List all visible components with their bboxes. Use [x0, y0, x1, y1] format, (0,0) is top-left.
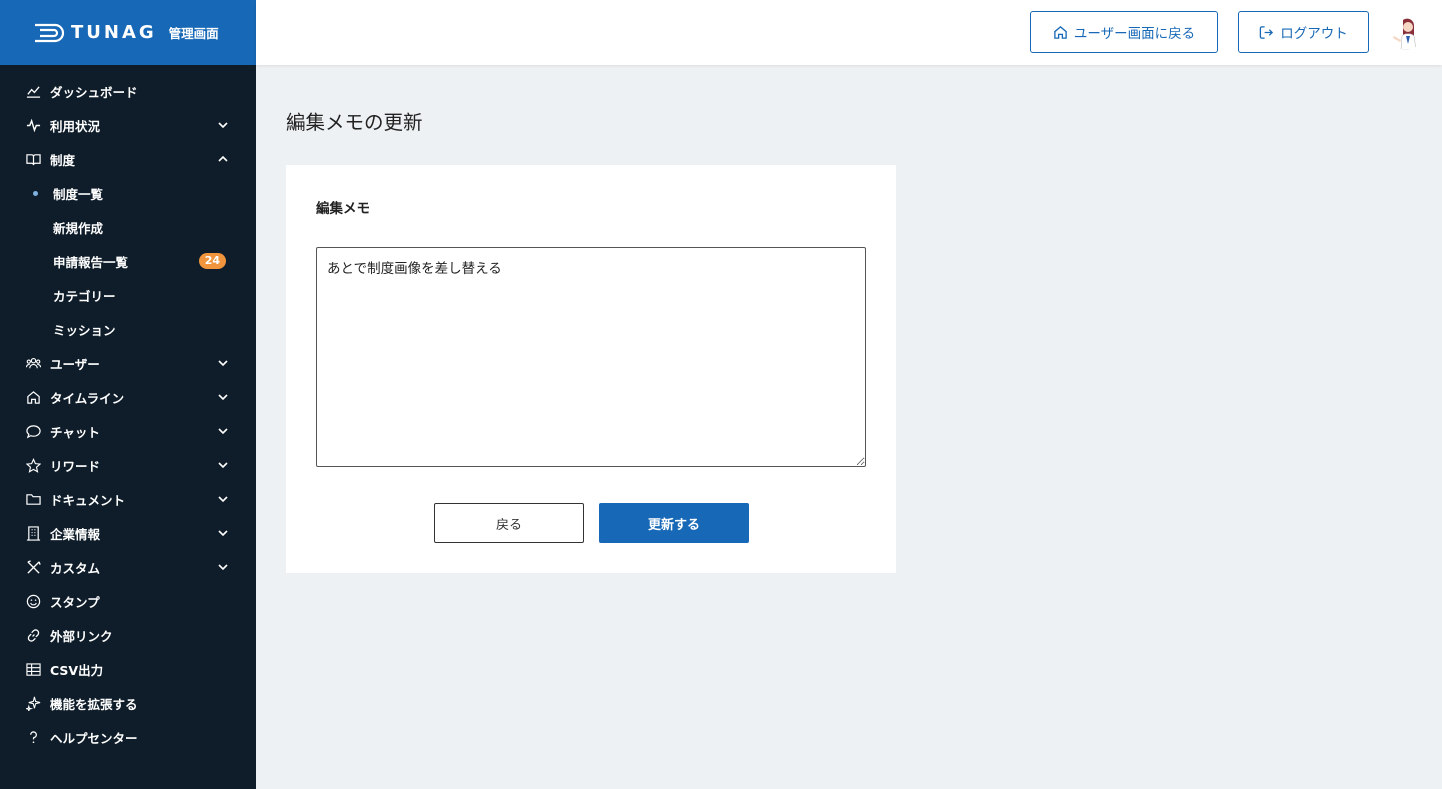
sidebar-item-users[interactable]: ユーザー	[0, 346, 256, 380]
sidebar-nav: ダッシュボード 利用状況 制度 制度一覧 新規作成 申請報告一覧 24 カテゴリ…	[0, 74, 256, 754]
brand-header: TUNAG 管理画面	[0, 0, 256, 65]
user-screen-button[interactable]: ユーザー画面に戻る	[1030, 11, 1218, 53]
avatar-illustration-icon	[1393, 18, 1417, 50]
chevron-down-icon	[218, 462, 228, 469]
folder-icon	[25, 491, 41, 507]
sidebar-item-label: スタンプ	[50, 594, 100, 610]
sidebar-item-usage[interactable]: 利用状況	[0, 108, 256, 142]
logout-button[interactable]: ログアウト	[1238, 11, 1369, 53]
sidebar-subitem-program-list[interactable]: 制度一覧	[0, 176, 256, 210]
sidebar-item-label: 制度	[50, 152, 76, 168]
tools-icon	[25, 559, 41, 575]
sidebar-subitem-mission[interactable]: ミッション	[0, 312, 256, 346]
sidebar-item-label: 利用状況	[50, 118, 101, 134]
sidebar-item-stamps[interactable]: スタンプ	[0, 584, 256, 618]
brand-subtitle: 管理画面	[168, 26, 219, 41]
chevron-down-icon	[218, 530, 228, 537]
active-dot-icon	[33, 191, 38, 196]
sidebar-item-label: 企業情報	[50, 526, 101, 542]
activity-icon	[25, 117, 41, 133]
sidebar-item-label: ヘルプセンター	[50, 730, 138, 746]
brand-name: TUNAG	[71, 22, 157, 43]
sidebar-item-label: カスタム	[50, 560, 101, 576]
chevron-down-icon	[218, 360, 228, 367]
sidebar-item-custom[interactable]: カスタム	[0, 550, 256, 584]
question-icon	[25, 729, 41, 745]
sidebar-item-chat[interactable]: チャット	[0, 414, 256, 448]
sidebar-item-external-links[interactable]: 外部リンク	[0, 618, 256, 652]
sidebar-item-label: チャット	[50, 424, 100, 440]
logout-button-label: ログアウト	[1280, 26, 1348, 42]
home-icon	[25, 389, 41, 405]
memo-field-label: 編集メモ	[316, 201, 370, 217]
page-title: 編集メモの更新	[286, 111, 423, 134]
sidebar-subitem-new[interactable]: 新規作成	[0, 210, 256, 244]
tunag-logo[interactable]: TUNAG	[35, 22, 157, 43]
sidebar-item-label: ダッシュボード	[50, 84, 138, 100]
sidebar-item-extend[interactable]: 機能を拡張する	[0, 686, 256, 720]
chevron-down-icon	[218, 394, 228, 401]
sidebar-subitem-applications[interactable]: 申請報告一覧 24	[0, 244, 256, 278]
sidebar-item-label: タイムライン	[50, 390, 125, 406]
sidebar: TUNAG 管理画面 ダッシュボード 利用状況 制度 制度一覧 新規作成 申請報…	[0, 0, 256, 789]
chevron-down-icon	[218, 496, 228, 503]
sidebar-item-csv-export[interactable]: CSV出力	[0, 652, 256, 686]
sidebar-subitem-label: 新規作成	[53, 220, 104, 236]
count-badge: 24	[198, 253, 226, 269]
sidebar-item-timeline[interactable]: タイムライン	[0, 380, 256, 414]
building-icon	[25, 525, 41, 541]
smile-icon	[25, 593, 41, 609]
sidebar-item-reward[interactable]: リワード	[0, 448, 256, 482]
top-header: ユーザー画面に戻る ログアウト	[256, 0, 1442, 65]
sidebar-item-company[interactable]: 企業情報	[0, 516, 256, 550]
chevron-down-icon	[218, 564, 228, 571]
home-icon	[1054, 25, 1067, 39]
sidebar-subitem-label: ミッション	[53, 322, 116, 338]
back-button[interactable]: 戻る	[434, 503, 584, 543]
sidebar-item-label: リワード	[50, 458, 101, 474]
tunag-logo-mark-icon	[35, 23, 65, 42]
avatar[interactable]	[1389, 16, 1423, 50]
link-icon	[25, 627, 41, 643]
memo-textarea[interactable]: あとで制度画像を差し替える	[316, 247, 866, 467]
sidebar-subitem-label: カテゴリー	[53, 288, 116, 304]
sidebar-item-documents[interactable]: ドキュメント	[0, 482, 256, 516]
user-screen-button-label: ユーザー画面に戻る	[1073, 26, 1196, 42]
sidebar-item-label: 機能を拡張する	[50, 696, 138, 712]
sidebar-subitem-label: 申請報告一覧	[53, 254, 129, 270]
sidebar-item-label: ユーザー	[50, 356, 100, 372]
chevron-down-icon	[218, 428, 228, 435]
sidebar-item-help[interactable]: ヘルプセンター	[0, 720, 256, 754]
book-icon	[25, 151, 41, 167]
chevron-down-icon	[218, 122, 228, 129]
table-icon	[25, 661, 41, 677]
update-button[interactable]: 更新する	[599, 503, 749, 543]
chat-icon	[25, 423, 41, 439]
sparkle-icon	[25, 695, 41, 711]
sidebar-item-label: CSV出力	[50, 662, 104, 678]
sidebar-item-label: 外部リンク	[50, 628, 113, 644]
chart-line-icon	[25, 83, 41, 99]
sidebar-item-dashboard[interactable]: ダッシュボード	[0, 74, 256, 108]
sidebar-subitem-label: 制度一覧	[53, 186, 104, 202]
chevron-up-icon	[218, 155, 228, 162]
users-icon	[25, 355, 41, 371]
star-icon	[25, 457, 41, 473]
sidebar-item-label: ドキュメント	[50, 492, 126, 508]
memo-form-card: 編集メモ あとで制度画像を差し替える 戻る 更新する	[286, 165, 896, 573]
sidebar-item-programs[interactable]: 制度	[0, 142, 256, 176]
logout-icon	[1260, 25, 1274, 39]
sidebar-subitem-category[interactable]: カテゴリー	[0, 278, 256, 312]
